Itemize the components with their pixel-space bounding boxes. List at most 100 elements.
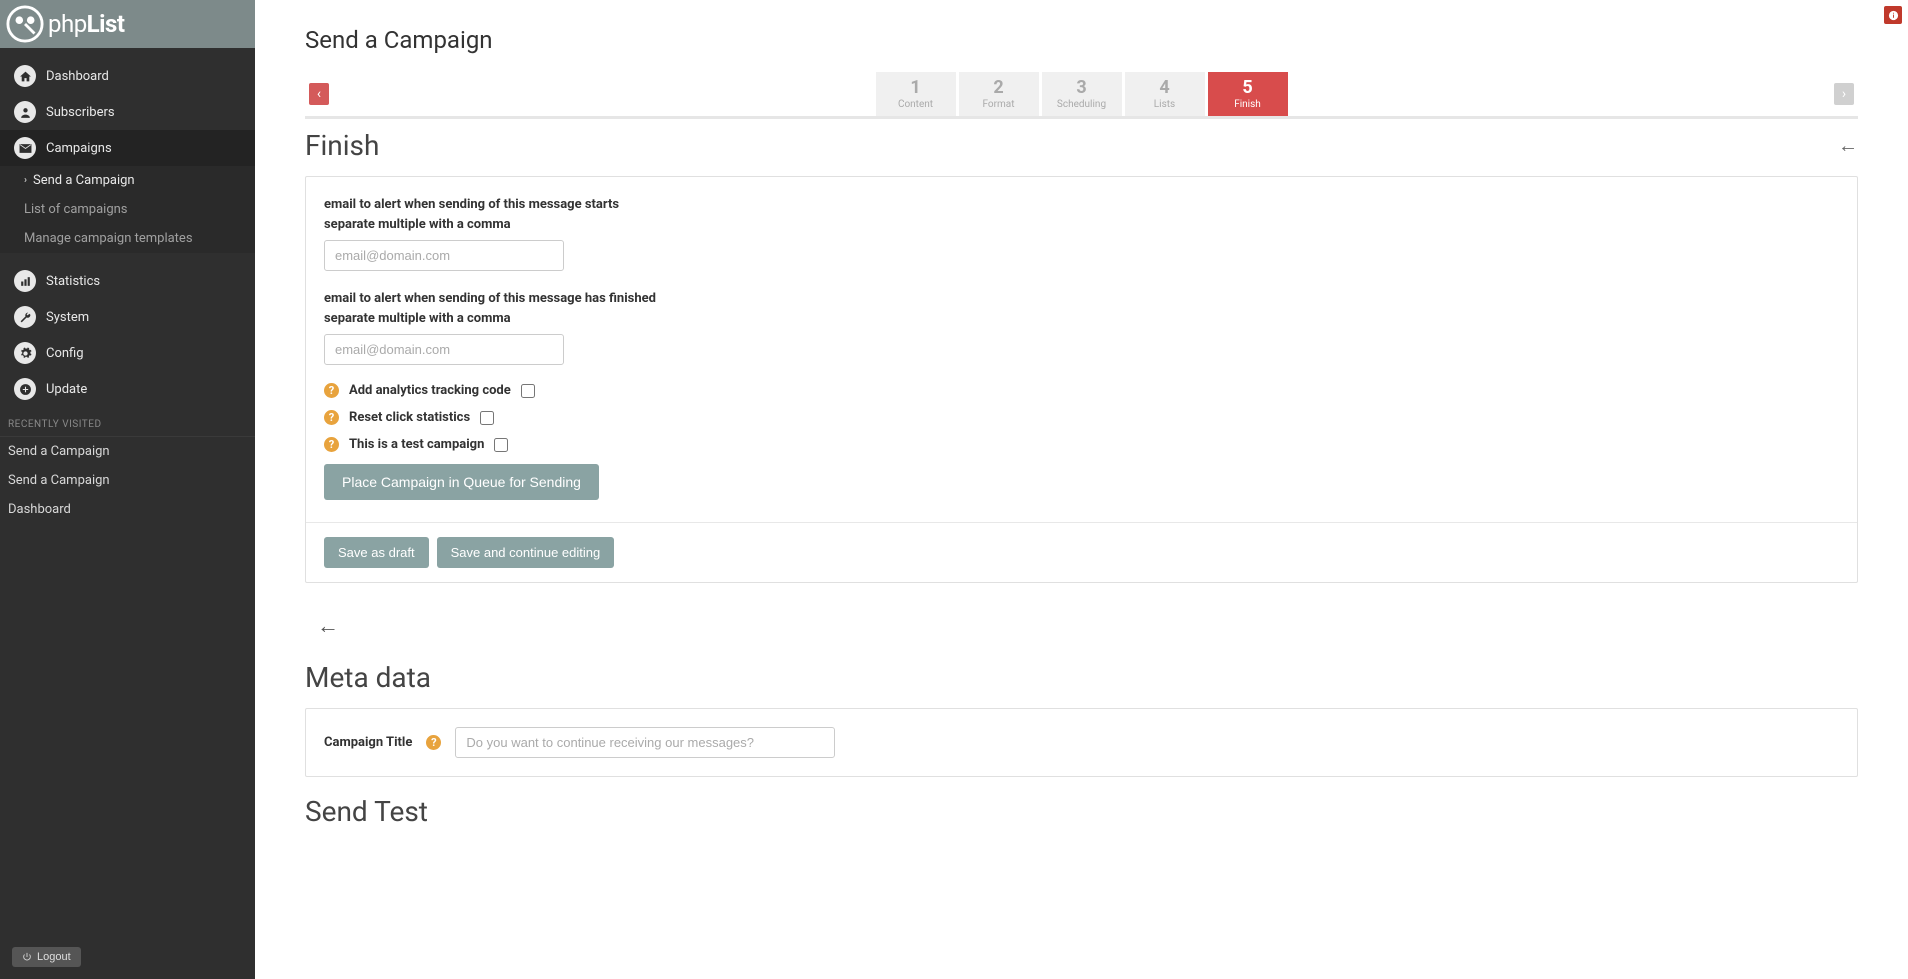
- logout-label: Logout: [37, 951, 71, 963]
- help-icon[interactable]: ?: [426, 735, 441, 750]
- subnav-label: Send a Campaign: [33, 173, 135, 188]
- info-icon: [1888, 10, 1899, 21]
- step-label: Content: [898, 99, 933, 110]
- nav-config[interactable]: Config: [0, 335, 255, 371]
- label-line2: separate multiple with a comma: [324, 309, 1839, 329]
- alert-start-input[interactable]: [324, 240, 564, 271]
- step-label: Lists: [1154, 99, 1175, 110]
- nav-label: Update: [46, 382, 87, 397]
- subnav-manage-templates[interactable]: Manage campaign templates: [0, 224, 255, 253]
- notification-badge[interactable]: [1884, 6, 1902, 24]
- campaign-title-label: Campaign Title: [324, 735, 412, 750]
- wizard-step-format[interactable]: 2 Format: [959, 72, 1039, 116]
- nav-label: System: [46, 310, 89, 325]
- nav-statistics[interactable]: Statistics: [0, 263, 255, 299]
- alert-finish-label: email to alert when sending of this mess…: [324, 289, 1839, 328]
- recent-item[interactable]: Send a Campaign: [0, 466, 255, 495]
- alert-finish-input[interactable]: [324, 334, 564, 365]
- nav-campaigns[interactable]: Campaigns: [0, 130, 255, 166]
- help-icon[interactable]: ?: [324, 410, 339, 425]
- main-content: Send a Campaign ‹ 1 Content 2 Format 3 S…: [255, 0, 1908, 979]
- power-icon: [22, 952, 32, 962]
- step-number: 2: [993, 79, 1003, 97]
- wizard-step-finish[interactable]: 5 Finish: [1208, 72, 1288, 116]
- recent-item[interactable]: Dashboard: [0, 495, 255, 524]
- label-line2: separate multiple with a comma: [324, 215, 1839, 235]
- test-campaign-label: This is a test campaign: [349, 437, 484, 452]
- step-label: Finish: [1234, 99, 1261, 110]
- subnav-list-campaigns[interactable]: List of campaigns: [0, 195, 255, 224]
- subnav-send-campaign[interactable]: › Send a Campaign: [0, 166, 255, 195]
- alert-finish-group: email to alert when sending of this mess…: [324, 289, 1839, 365]
- nav-label: Campaigns: [46, 141, 112, 156]
- finish-panel: email to alert when sending of this mess…: [305, 176, 1858, 583]
- page-title: Send a Campaign: [305, 26, 1858, 54]
- nav-system[interactable]: System: [0, 299, 255, 335]
- reset-clicks-label: Reset click statistics: [349, 410, 470, 425]
- section-title-row: Finish ←: [305, 129, 1858, 162]
- analytics-checkbox[interactable]: [521, 384, 535, 398]
- alert-start-group: email to alert when sending of this mess…: [324, 195, 1839, 271]
- main-nav-lower: Statistics System Config Update: [0, 253, 255, 407]
- plus-circle-icon: [14, 378, 36, 400]
- meta-data-panel: Campaign Title ?: [305, 708, 1858, 777]
- help-icon[interactable]: ?: [324, 383, 339, 398]
- meta-data-title: Meta data: [305, 661, 1858, 694]
- step-label: Format: [983, 99, 1015, 110]
- nav-label: Dashboard: [46, 69, 109, 84]
- chevron-right-icon: ›: [24, 175, 27, 186]
- step-number: 3: [1076, 79, 1086, 97]
- sidebar-header: phpList: [0, 0, 255, 48]
- campaign-title-input[interactable]: [455, 727, 835, 758]
- subnav-label: Manage campaign templates: [24, 231, 193, 246]
- nav-label: Statistics: [46, 274, 100, 289]
- logout-button[interactable]: Logout: [12, 947, 81, 967]
- wizard-step-scheduling[interactable]: 3 Scheduling: [1042, 72, 1122, 116]
- step-number: 4: [1159, 79, 1169, 97]
- sidebar-footer: Logout: [0, 935, 255, 979]
- section-title: Finish: [305, 129, 379, 162]
- gear-icon: [14, 342, 36, 364]
- reset-clicks-row: ? Reset click statistics: [324, 410, 1839, 425]
- nav-dashboard[interactable]: Dashboard: [0, 58, 255, 94]
- chart-icon: [14, 270, 36, 292]
- main-nav: Dashboard Subscribers Campaigns: [0, 48, 255, 166]
- back-arrow-icon[interactable]: ←: [1838, 133, 1858, 158]
- panel-footer: Save as draft Save and continue editing: [306, 522, 1857, 582]
- home-icon: [14, 65, 36, 87]
- nav-label: Subscribers: [46, 105, 115, 120]
- wizard-step-content[interactable]: 1 Content: [876, 72, 956, 116]
- recent-header: RECENTLY VISITED: [0, 407, 255, 437]
- label-line1: email to alert when sending of this mess…: [324, 197, 619, 212]
- campaign-title-row: Campaign Title ?: [324, 727, 1839, 758]
- nav-label: Config: [46, 346, 84, 361]
- wizard-prev-button[interactable]: ‹: [309, 83, 329, 105]
- save-continue-button[interactable]: Save and continue editing: [437, 537, 615, 568]
- analytics-row: ? Add analytics tracking code: [324, 383, 1839, 398]
- step-number: 5: [1242, 79, 1252, 97]
- recent-item[interactable]: Send a Campaign: [0, 437, 255, 466]
- nav-subscribers[interactable]: Subscribers: [0, 94, 255, 130]
- help-icon[interactable]: ?: [324, 437, 339, 452]
- analytics-label: Add analytics tracking code: [349, 383, 511, 398]
- wrench-icon: [14, 306, 36, 328]
- alert-start-label: email to alert when sending of this mess…: [324, 195, 1839, 234]
- user-icon: [14, 101, 36, 123]
- save-draft-button[interactable]: Save as draft: [324, 537, 429, 568]
- back-arrow-button[interactable]: ←: [317, 613, 339, 639]
- test-campaign-row: ? This is a test campaign: [324, 437, 1839, 452]
- phplist-logo-icon: [6, 5, 44, 43]
- wizard-step-lists[interactable]: 4 Lists: [1125, 72, 1205, 116]
- wizard-steps: 1 Content 2 Format 3 Scheduling 4 Lists …: [876, 72, 1288, 116]
- place-queue-button[interactable]: Place Campaign in Queue for Sending: [324, 464, 599, 500]
- test-campaign-checkbox[interactable]: [494, 438, 508, 452]
- sidebar: phpList Dashboard Subscribers Campaigns …: [0, 0, 255, 979]
- label-line1: email to alert when sending of this mess…: [324, 291, 656, 306]
- subnav-label: List of campaigns: [24, 202, 128, 217]
- reset-clicks-checkbox[interactable]: [480, 411, 494, 425]
- logo[interactable]: phpList: [6, 5, 124, 43]
- nav-update[interactable]: Update: [0, 371, 255, 407]
- wizard-next-button[interactable]: ›: [1834, 83, 1854, 105]
- envelope-icon: [14, 137, 36, 159]
- campaigns-submenu: › Send a Campaign List of campaigns Mana…: [0, 166, 255, 253]
